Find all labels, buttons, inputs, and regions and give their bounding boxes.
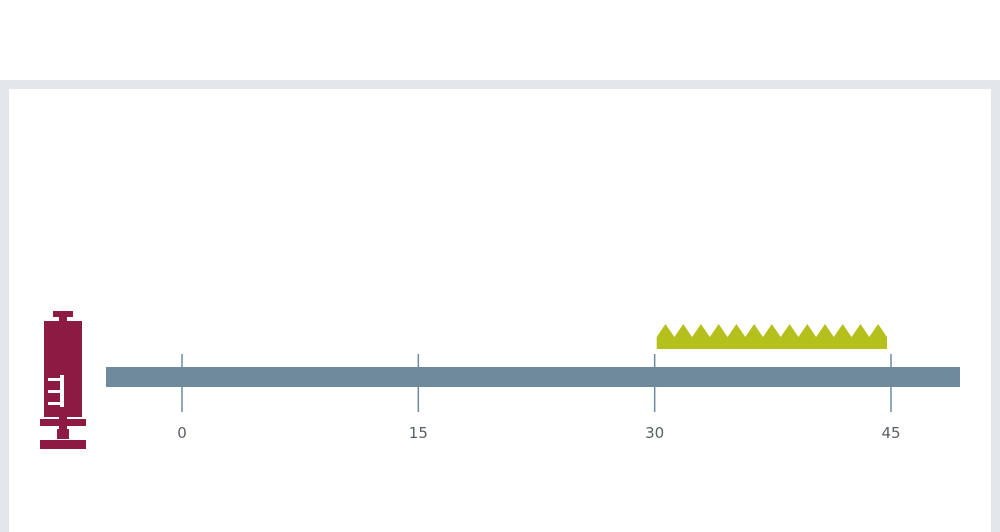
tick-label-45: 45 — [881, 424, 900, 442]
highlight-interval — [656, 324, 887, 349]
timeline-bar — [106, 367, 960, 387]
timeline-labels: 0 15 30 45 — [177, 424, 900, 442]
tick-label-30: 30 — [645, 424, 664, 442]
tick-label-15: 15 — [409, 424, 428, 442]
timeline-diagram: 0 15 30 45 — [40, 311, 960, 449]
syringe-icon — [40, 311, 86, 449]
tick-label-0: 0 — [177, 424, 187, 442]
